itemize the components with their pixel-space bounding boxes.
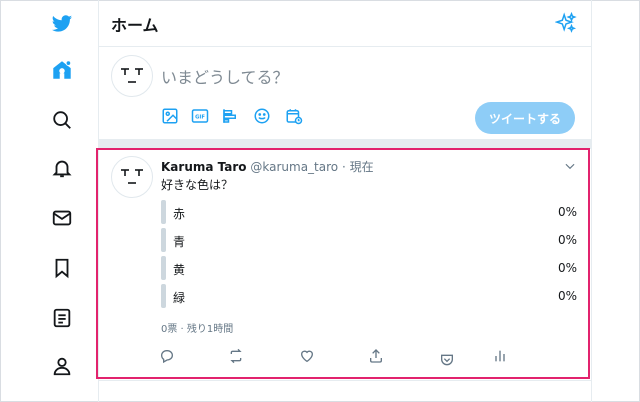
schedule-icon[interactable] bbox=[285, 107, 307, 129]
svg-text:GIF: GIF bbox=[195, 115, 205, 121]
face-icon bbox=[121, 68, 143, 83]
composer-input[interactable]: いまどうしてる？ bbox=[161, 64, 289, 88]
sparkle-icon[interactable] bbox=[554, 11, 577, 34]
tweet-button[interactable]: ツイートする bbox=[475, 102, 575, 134]
bell-icon[interactable] bbox=[40, 146, 84, 190]
gif-icon[interactable]: GIF bbox=[191, 107, 213, 129]
header: ホーム bbox=[99, 0, 591, 47]
poll-icon[interactable] bbox=[221, 107, 243, 129]
profile-icon[interactable] bbox=[40, 344, 84, 388]
home-icon[interactable] bbox=[40, 48, 84, 92]
tweet-composer: いまどうしてる？ GIF ツイートする bbox=[99, 47, 591, 149]
list-icon[interactable] bbox=[40, 296, 84, 340]
sidebar bbox=[0, 0, 98, 402]
bookmark-icon[interactable] bbox=[40, 246, 84, 290]
twitter-logo-icon[interactable] bbox=[40, 2, 84, 46]
search-icon[interactable] bbox=[40, 98, 84, 142]
page-title: ホーム bbox=[111, 16, 159, 35]
emoji-icon[interactable] bbox=[253, 107, 275, 129]
highlight-frame bbox=[96, 148, 590, 379]
mail-icon[interactable] bbox=[40, 196, 84, 240]
image-icon[interactable] bbox=[161, 107, 183, 129]
avatar bbox=[111, 55, 153, 97]
divider bbox=[99, 380, 591, 381]
